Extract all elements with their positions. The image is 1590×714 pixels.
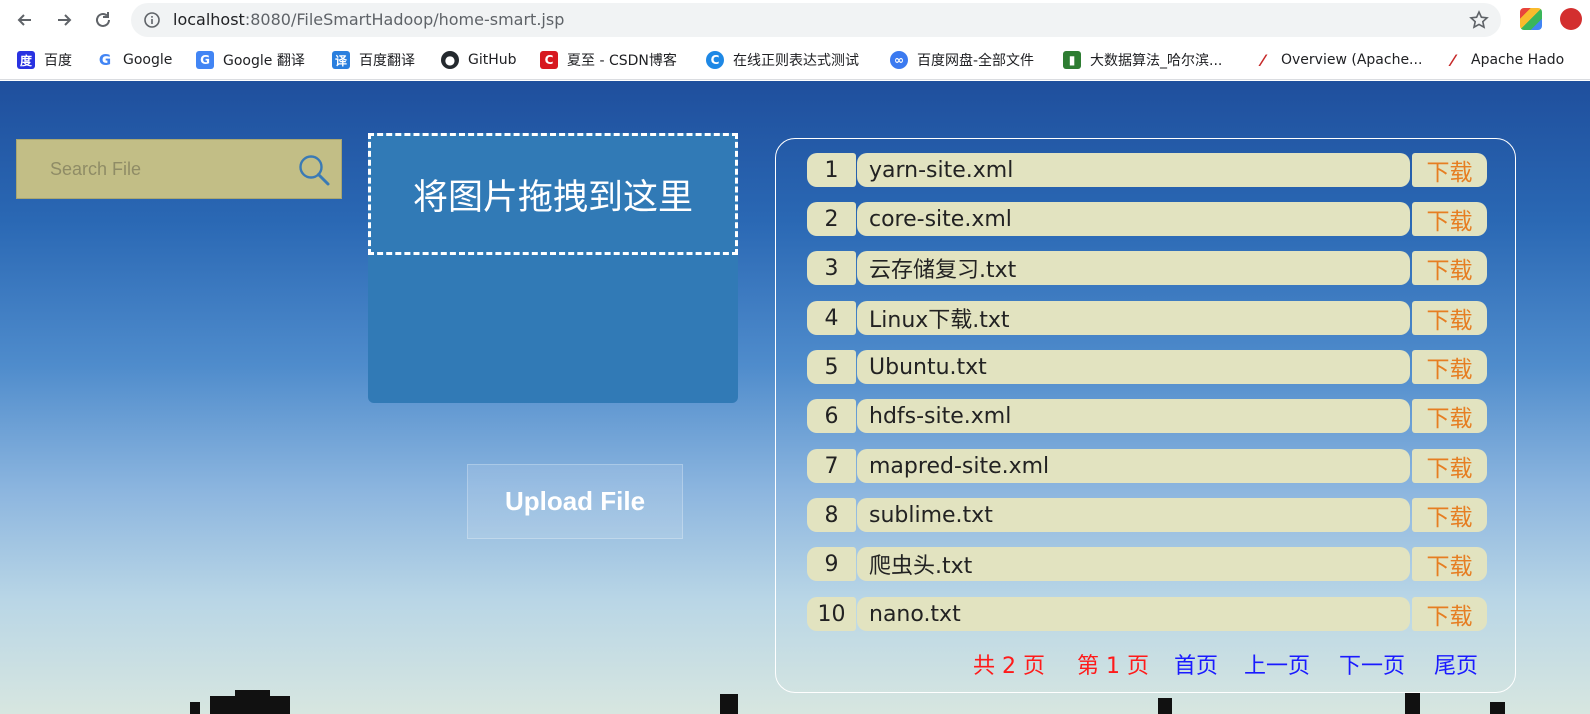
image-drop-panel[interactable]: 将图片拖拽到这里 <box>368 133 738 403</box>
csdn-icon: C <box>540 51 558 69</box>
file-name: Ubuntu.txt <box>857 350 1410 384</box>
file-row: 4 Linux下载.txt 下载 <box>807 301 1487 335</box>
file-row: 8 sublime.txt 下载 <box>807 498 1487 532</box>
file-index: 9 <box>807 547 856 581</box>
file-name: core-site.xml <box>857 202 1410 236</box>
extension-icon[interactable] <box>1520 8 1542 30</box>
search-input[interactable] <box>17 140 287 198</box>
file-name: mapred-site.xml <box>857 449 1410 483</box>
file-row: 2 core-site.xml 下载 <box>807 202 1487 236</box>
apache-feather-icon: ⁄ <box>1451 50 1455 70</box>
file-row: 6 hdfs-site.xml 下载 <box>807 399 1487 433</box>
download-link[interactable]: 下载 <box>1412 449 1487 483</box>
github-icon: ● <box>441 51 459 69</box>
address-bar[interactable]: localhost:8080/FileSmartHadoop/home-smar… <box>131 3 1501 37</box>
back-button[interactable] <box>11 6 39 34</box>
url-text[interactable]: localhost:8080/FileSmartHadoop/home-smar… <box>173 10 564 29</box>
apache-feather-icon: ⁄ <box>1261 50 1265 70</box>
file-index: 8 <box>807 498 856 532</box>
file-row: 1 yarn-site.xml 下载 <box>807 153 1487 187</box>
file-name: sublime.txt <box>857 498 1410 532</box>
drop-zone[interactable]: 将图片拖拽到这里 <box>368 133 738 255</box>
google-icon: G <box>96 51 114 69</box>
forward-button[interactable] <box>50 6 78 34</box>
baidu-netdisk-icon: ∞ <box>890 51 908 69</box>
file-name: nano.txt <box>857 597 1410 631</box>
url-path: :8080/FileSmartHadoop/home-smart.jsp <box>244 10 565 29</box>
browser-toolbar: localhost:8080/FileSmartHadoop/home-smar… <box>0 0 1590 40</box>
bookmark-csdn[interactable]: C 夏至 - CSDN博客 <box>540 50 677 70</box>
file-index: 7 <box>807 449 856 483</box>
download-link[interactable]: 下载 <box>1412 498 1487 532</box>
pagination-next-link[interactable]: 下一页 <box>1339 647 1405 681</box>
file-name: 云存储复习.txt <box>857 251 1410 285</box>
baidu-paw-icon: 度 <box>17 51 35 69</box>
download-link[interactable]: 下载 <box>1412 597 1487 631</box>
bookmark-github[interactable]: ● GitHub <box>441 50 517 70</box>
pagination-first-link[interactable]: 首页 <box>1174 647 1218 681</box>
file-index: 10 <box>807 597 856 631</box>
pagination-prev-link[interactable]: 上一页 <box>1244 647 1310 681</box>
bookmark-apache-overview[interactable]: ⁄ Overview (Apache... <box>1254 50 1423 70</box>
download-link[interactable]: 下载 <box>1412 547 1487 581</box>
bookmarks-bar: 度百度 G Google G Google 翻译 译百度翻译 ● GitHub C 夏至… <box>0 40 1590 80</box>
download-link[interactable]: 下载 <box>1412 301 1487 335</box>
file-index: 4 <box>807 301 856 335</box>
url-host: localhost <box>173 10 245 29</box>
info-icon[interactable] <box>143 11 161 29</box>
arrow-right-icon <box>58 14 72 26</box>
bookmark-regex[interactable]: C 在线正则表达式测试 <box>706 50 859 70</box>
file-index: 2 <box>807 202 856 236</box>
file-row: 9 爬虫头.txt 下载 <box>807 547 1487 581</box>
map-book-icon: ▮ <box>1063 51 1081 69</box>
drop-zone-text: 将图片拖拽到这里 <box>412 177 693 218</box>
file-index: 1 <box>807 153 856 187</box>
file-list-panel: 1 yarn-site.xml 下载 2 core-site.xml 下载 3 … <box>775 138 1516 693</box>
reload-button[interactable] <box>89 6 117 34</box>
bookmark-star-icon[interactable] <box>1469 10 1489 30</box>
file-row: 7 mapred-site.xml 下载 <box>807 449 1487 483</box>
file-name: yarn-site.xml <box>857 153 1410 187</box>
pagination-last-link[interactable]: 尾页 <box>1434 647 1478 681</box>
google-translate-icon: G <box>196 51 214 69</box>
bookmark-apache-hadoop[interactable]: ⁄ Apache Hado <box>1444 50 1565 70</box>
bookmark-baidu-netdisk[interactable]: ∞ 百度网盘-全部文件 <box>890 50 1034 70</box>
file-index: 5 <box>807 350 856 384</box>
file-name: Linux下载.txt <box>857 301 1410 335</box>
reload-icon <box>96 12 110 27</box>
extension-icon[interactable] <box>1560 8 1582 30</box>
download-link[interactable]: 下载 <box>1412 251 1487 285</box>
bookmark-google-translate[interactable]: G Google 翻译 <box>196 50 305 70</box>
file-index: 6 <box>807 399 856 433</box>
bookmark-bigdata[interactable]: ▮ 大数据算法_哈尔滨... <box>1063 50 1222 70</box>
bookmark-baidu-translate[interactable]: 译百度翻译 <box>332 50 415 70</box>
file-row: 3 云存储复习.txt 下载 <box>807 251 1487 285</box>
download-link[interactable]: 下载 <box>1412 350 1487 384</box>
baidu-translate-icon: 译 <box>332 51 350 69</box>
pagination-current: 第 1 页 <box>1077 654 1149 679</box>
bookmark-baidu[interactable]: 度百度 <box>17 50 72 70</box>
pagination-total: 共 2 页 <box>973 654 1045 679</box>
upload-file-button[interactable]: Upload File <box>467 464 683 539</box>
magnifier-icon[interactable] <box>297 153 331 187</box>
file-row: 10 nano.txt 下载 <box>807 597 1487 631</box>
download-link[interactable]: 下载 <box>1412 202 1487 236</box>
file-index: 3 <box>807 251 856 285</box>
file-name: hdfs-site.xml <box>857 399 1410 433</box>
regex-site-icon: C <box>706 51 724 69</box>
file-name: 爬虫头.txt <box>857 547 1410 581</box>
search-box <box>16 139 342 199</box>
file-row: 5 Ubuntu.txt 下载 <box>807 350 1487 384</box>
download-link[interactable]: 下载 <box>1412 399 1487 433</box>
bookmark-google[interactable]: G Google <box>96 50 172 70</box>
page-content: 将图片拖拽到这里 Upload File 1 yarn-site.xml 下载 … <box>0 81 1590 714</box>
arrow-left-icon <box>17 14 31 26</box>
download-link[interactable]: 下载 <box>1412 153 1487 187</box>
